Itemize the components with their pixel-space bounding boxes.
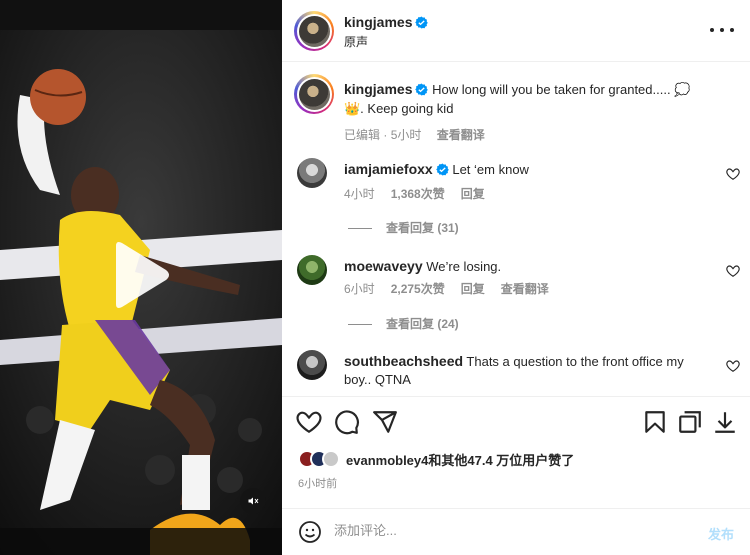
comment-likes[interactable]: 2,275次赞 — [391, 282, 445, 296]
comment-icon[interactable] — [334, 409, 360, 435]
view-replies-label[interactable]: 查看回复 (31) — [386, 221, 459, 235]
comment-text: We’re losing. — [426, 259, 502, 274]
comment-age: 4小时 — [344, 187, 375, 201]
comment-username[interactable]: moewaveyy — [344, 258, 423, 274]
comment-username[interactable]: southbeachsheed — [344, 353, 463, 369]
post-header: kingjames 原声 — [282, 0, 750, 62]
verified-icon — [415, 16, 429, 29]
comment-meta: 4小时 1,368次赞 回复 — [344, 185, 501, 202]
post-panel: kingjames 原声 kingjames How long will you… — [282, 0, 750, 555]
emoji-icon[interactable] — [298, 520, 322, 544]
post-time: 6小时前 — [298, 478, 338, 490]
reply-button[interactable]: 回复 — [461, 282, 485, 296]
comment-avatar[interactable] — [297, 350, 327, 380]
translate-link[interactable]: 查看翻译 — [437, 128, 485, 142]
comment-composer: 发布 — [282, 508, 750, 555]
author-username[interactable]: kingjames — [344, 14, 412, 30]
mute-icon[interactable] — [240, 488, 266, 514]
post-button[interactable]: 发布 — [708, 524, 734, 543]
likes-text[interactable]: evanmobley4和其他47.4 万位用户赞了 — [346, 450, 574, 469]
author-avatar[interactable] — [294, 11, 334, 51]
comment-input[interactable] — [334, 523, 664, 538]
download-icon[interactable] — [712, 409, 738, 435]
likes-row: evanmobley4和其他47.4 万位用户赞了 — [298, 449, 574, 469]
caption-age: 5小时 — [390, 128, 422, 142]
video-player[interactable] — [0, 0, 282, 555]
caption-meta: 已编辑 · 5小时 查看翻译 — [344, 128, 485, 142]
comment-text: Let ‘em know — [452, 162, 529, 177]
caption-username[interactable]: kingjames — [344, 81, 412, 97]
caption-avatar[interactable] — [294, 74, 334, 114]
comment-body: moewaveyy We’re losing. — [344, 257, 714, 276]
comment-likes[interactable]: 1,368次赞 — [391, 187, 445, 201]
reply-button[interactable]: 回复 — [461, 187, 485, 201]
comment-meta: 6小时 2,275次赞 回复 查看翻译 — [344, 280, 565, 297]
action-bar — [282, 396, 750, 446]
comment-body: southbeachsheed Thats a question to the … — [344, 352, 714, 389]
verified-icon — [415, 83, 429, 96]
view-replies[interactable]: 查看回复 (24) — [348, 315, 459, 332]
comment-body: iamjamiefoxx Let ‘em know — [344, 160, 714, 179]
heart-icon[interactable] — [726, 359, 740, 373]
verified-icon — [435, 163, 449, 176]
bookmark-icon[interactable] — [642, 409, 668, 435]
translate-link[interactable]: 查看翻译 — [501, 282, 549, 296]
copy-icon[interactable] — [677, 409, 703, 435]
comment-username[interactable]: iamjamiefoxx — [344, 161, 433, 177]
audio-label[interactable]: 原声 — [344, 33, 368, 50]
comment-age: 6小时 — [344, 282, 375, 296]
heart-icon[interactable] — [726, 264, 740, 278]
heart-icon[interactable] — [296, 409, 322, 435]
share-icon[interactable] — [372, 409, 398, 435]
view-replies[interactable]: 查看回复 (31) — [348, 219, 459, 236]
more-icon[interactable] — [710, 22, 734, 38]
play-icon[interactable] — [110, 240, 170, 310]
comment-avatar[interactable] — [297, 158, 327, 188]
post-caption: kingjames How long will you be taken for… — [344, 80, 704, 145]
view-replies-label[interactable]: 查看回复 (24) — [386, 317, 459, 331]
comment-avatar[interactable] — [297, 255, 327, 285]
author-name-row: kingjames — [344, 14, 429, 32]
heart-icon[interactable] — [726, 167, 740, 181]
edited-label: 已编辑 — [344, 128, 381, 142]
liker-avatar[interactable] — [322, 450, 340, 468]
